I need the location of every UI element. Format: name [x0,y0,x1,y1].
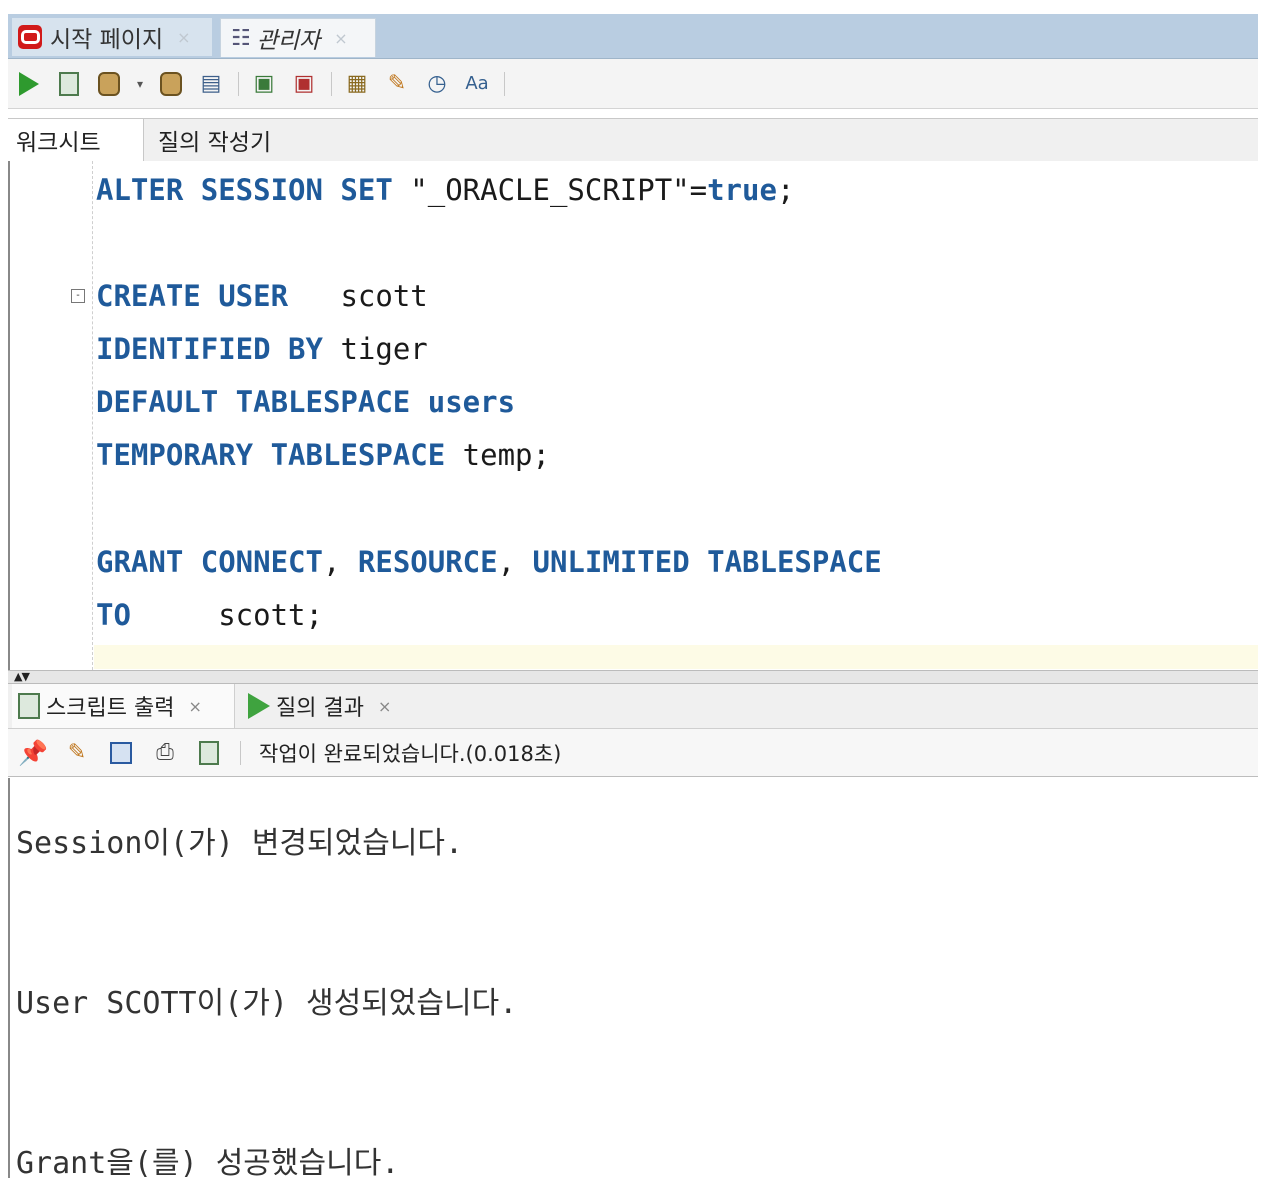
tab-admin[interactable]: ☷ 관리자 × [220,18,376,57]
commit-button[interactable] [94,69,124,99]
worksheet-toolbar: ▾ ▤ ▣ ▣ ▦ ✎ ◷ Aa [8,59,1258,109]
run-icon [19,71,39,96]
pin-icon[interactable]: 📌 [18,738,48,768]
run-script-button[interactable] [54,69,84,99]
toolbar-separator [331,71,332,96]
sql-history-button[interactable]: ▦ [342,69,372,99]
tab-script-output[interactable]: 스크립트 출력 × [12,684,235,728]
tab-query-result[interactable]: 질의 결과 × [242,684,391,728]
code-line-5: TEMPORARY TABLESPACE temp; [96,438,550,472]
database-rollback-icon [160,71,182,96]
output-line: User SCOTT이(가) 생성되었습니다. [16,986,518,1021]
current-line-highlight [94,645,1258,669]
clear-output-icon[interactable]: ✎ [62,738,92,768]
tab-query-builder[interactable]: 질의 작성기 [158,119,271,161]
script-icon [59,71,79,96]
close-icon[interactable]: × [188,697,201,716]
code-line-7: TO scott; [96,598,323,632]
sql-user-icon: ☷ [231,25,251,51]
database-commit-icon [98,71,120,96]
explain-plan-button[interactable]: ▤ [196,69,226,99]
toolbar-separator [504,71,505,96]
clear-button[interactable]: ✎ [382,69,412,99]
query-result-icon [248,693,270,719]
sql-editor[interactable]: - ALTER SESSION SET "_ORACLE_SCRIPT"=tru… [8,161,1258,670]
tab-query-result-label: 질의 결과 [276,696,364,721]
format-button[interactable]: Aa [462,69,492,99]
code-line-2: CREATE USER scott [96,279,428,313]
script-output-panel[interactable]: Session이(가) 변경되었습니다. User SCOTT이(가) 생성되었… [8,778,1258,1181]
output-tab-bar: 스크립트 출력 × 질의 결과 × [8,684,1258,729]
tab-worksheet[interactable]: 워크시트 [8,119,144,161]
run-statement-button[interactable] [14,69,44,99]
dropdown-arrow-button[interactable]: ▾ [134,69,146,99]
panel-splitter[interactable]: ▲▼ [8,670,1258,684]
output-line: Session이(가) 변경되었습니다. [16,826,464,861]
rollback-button[interactable] [156,69,186,99]
output-document-icon[interactable] [194,738,224,768]
save-icon[interactable] [106,738,136,768]
status-text: 작업이 완료되었습니다.(0.018초) [259,741,562,766]
code-line-6: GRANT CONNECT, RESOURCE, UNLIMITED TABLE… [96,545,882,579]
close-icon[interactable]: × [378,697,391,716]
code-line-3: IDENTIFIED BY tiger [96,332,428,366]
tab-admin-label: 관리자 [256,28,321,54]
worksheet-tab-bar: 워크시트 질의 작성기 [8,118,1258,162]
print-icon[interactable]: ⎙ [150,738,180,768]
output-toolbar: 📌 ✎ ⎙ 작업이 완료되었습니다.(0.018초) [8,729,1258,777]
close-icon[interactable]: × [334,29,347,48]
collapse-icon[interactable]: - [71,289,85,303]
toolbar-separator [240,740,241,765]
oracle-icon [18,25,42,49]
script-output-icon [18,693,40,719]
timer-button[interactable]: ◷ [422,69,452,99]
tab-start-page-label: 시작 페이지 [50,27,164,53]
close-icon[interactable]: × [177,28,190,47]
editor-gutter [92,161,93,670]
tab-script-output-label: 스크립트 출력 [46,696,175,721]
autotrace-button[interactable]: ▣ [249,69,279,99]
output-line: Grant을(를) 성공했습니다. [16,1146,400,1181]
code-line-1: ALTER SESSION SET "_ORACLE_SCRIPT"=true; [96,173,795,207]
expand-collapse-arrows-icon[interactable]: ▲▼ [14,671,30,682]
document-tab-bar: 시작 페이지 × ☷ 관리자 × [8,14,1258,59]
sql-tuning-button[interactable]: ▣ [289,69,319,99]
tab-start-page[interactable]: 시작 페이지 × [12,18,212,56]
toolbar-separator [238,71,239,96]
code-line-4: DEFAULT TABLESPACE users [96,385,516,419]
